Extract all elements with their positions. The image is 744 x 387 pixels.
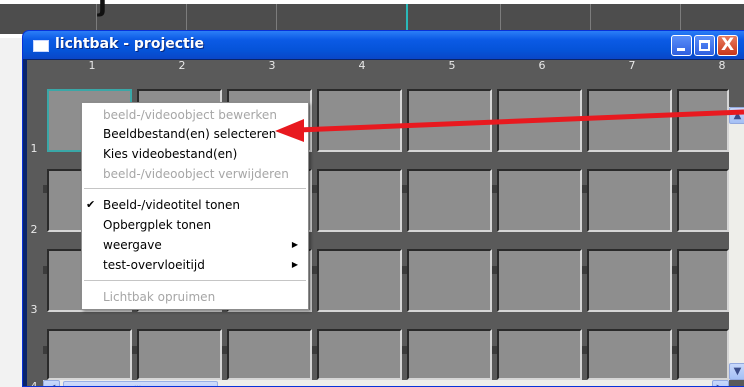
- annotation-arrow-icon: [275, 109, 744, 142]
